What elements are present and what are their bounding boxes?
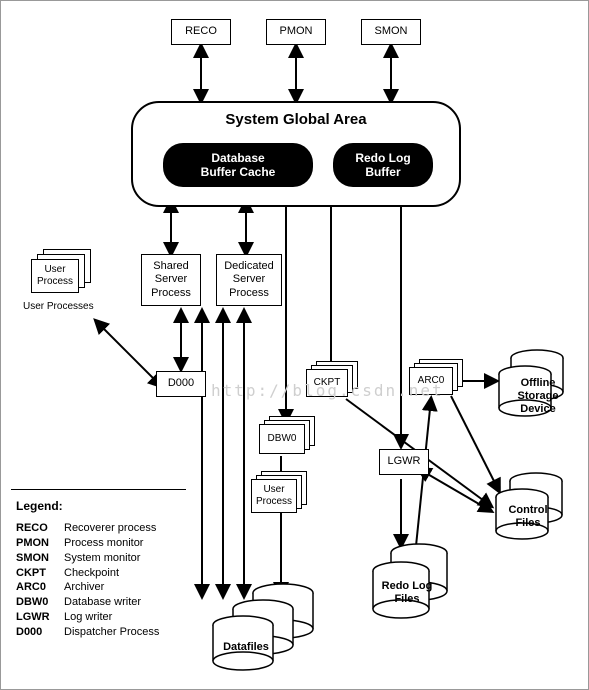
legend-desc: Process monitor (64, 536, 143, 551)
db-buffer-cache-label: Database Buffer Cache (201, 151, 276, 180)
dbw0-stack: DBW0 (259, 416, 319, 460)
user-process-stack: User Process (31, 249, 95, 295)
user-process-label: User Process (37, 264, 73, 288)
legend-title: Legend: (16, 499, 206, 513)
legend-divider (11, 489, 186, 490)
legend-row: RECORecoverer process (16, 521, 206, 536)
lgwr-label: LGWR (388, 455, 421, 468)
legend-desc: Log writer (64, 610, 112, 625)
db-buffer-cache: Database Buffer Cache (163, 143, 313, 187)
legend-abbr: DBW0 (16, 595, 64, 610)
d000-label: D000 (168, 377, 194, 390)
legend-desc: Database writer (64, 595, 141, 610)
legend-desc: System monitor (64, 551, 140, 566)
legend-row: DBW0Database writer (16, 595, 206, 610)
legend-row: D000Dispatcher Process (16, 625, 206, 640)
reco-label: RECO (185, 25, 217, 38)
smon-process: SMON (361, 19, 421, 45)
shared-server-label: Shared Server Process (151, 260, 191, 300)
user-process-2-label: User Process (256, 484, 292, 508)
user-processes-text: User Processes (23, 301, 94, 312)
user-process-2-stack: User Process (251, 471, 311, 517)
smon-label: SMON (375, 25, 408, 38)
legend-abbr: LGWR (16, 610, 64, 625)
offline-storage-label: Offline Storage Device (509, 377, 567, 417)
legend-abbr: ARC0 (16, 580, 64, 595)
legend-abbr: CKPT (16, 566, 64, 581)
lgwr-process: LGWR (379, 449, 429, 475)
legend-desc: Archiver (64, 580, 104, 595)
legend-desc: Recoverer process (64, 521, 156, 536)
reco-process: RECO (171, 19, 231, 45)
pmon-process: PMON (266, 19, 326, 45)
legend-abbr: PMON (16, 536, 64, 551)
redo-log-files-label: Redo Log Files (378, 580, 436, 606)
redo-log-buffer: Redo Log Buffer (333, 143, 433, 187)
legend-row: SMONSystem monitor (16, 551, 206, 566)
legend-abbr: RECO (16, 521, 64, 536)
sga-title: System Global Area (133, 111, 459, 128)
datafiles-cylinders (201, 581, 321, 681)
legend-abbr: D000 (16, 625, 64, 640)
legend-rows: RECORecoverer processPMONProcess monitor… (16, 521, 206, 640)
dbw0-label: DBW0 (268, 433, 297, 445)
legend-abbr: SMON (16, 551, 64, 566)
legend-desc: Checkpoint (64, 566, 119, 581)
redo-log-buffer-label: Redo Log Buffer (355, 151, 410, 180)
diagram-canvas: RECO PMON SMON System Global Area Databa… (0, 0, 589, 690)
watermark: http://blog.csdn.net (211, 381, 444, 400)
datafiles-label: Datafiles (219, 641, 273, 654)
legend-row: ARC0Archiver (16, 580, 206, 595)
legend-row: PMONProcess monitor (16, 536, 206, 551)
legend-row: LGWRLog writer (16, 610, 206, 625)
pmon-label: PMON (280, 25, 313, 38)
sga-container: System Global Area Database Buffer Cache… (131, 101, 461, 207)
legend: Legend: RECORecoverer processPMONProcess… (16, 499, 206, 640)
legend-row: CKPTCheckpoint (16, 566, 206, 581)
legend-desc: Dispatcher Process (64, 625, 159, 640)
dedicated-server-process: Dedicated Server Process (216, 254, 282, 306)
shared-server-process: Shared Server Process (141, 254, 201, 306)
d000-process: D000 (156, 371, 206, 397)
control-files-label: Control Files (503, 504, 553, 530)
dedicated-server-label: Dedicated Server Process (224, 260, 274, 300)
